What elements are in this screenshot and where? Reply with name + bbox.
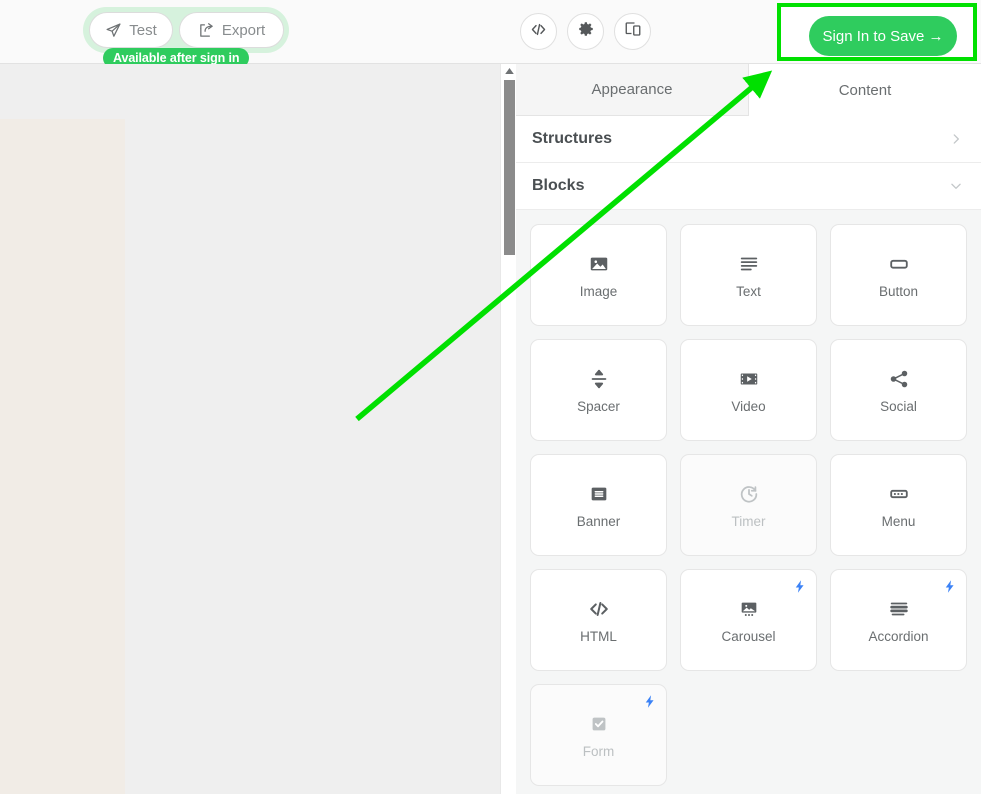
block-card-timer: Timer bbox=[680, 454, 817, 556]
section-blocks-label: Blocks bbox=[532, 177, 585, 194]
app-header: Test Export Available after sign in Sign… bbox=[0, 0, 981, 68]
blocks-grid: Image Text Button Spacer Video Social Banner Ti… bbox=[530, 224, 967, 786]
block-card-html[interactable]: HTML bbox=[530, 569, 667, 671]
block-card-text[interactable]: Text bbox=[680, 224, 817, 326]
settings-button[interactable] bbox=[567, 13, 604, 50]
chevron-right-icon bbox=[949, 132, 963, 146]
timer-icon bbox=[738, 482, 760, 506]
responsive-preview-button[interactable] bbox=[614, 13, 651, 50]
blocks-panel-body: Image Text Button Spacer Video Social Banner Ti… bbox=[516, 210, 981, 794]
block-card-button[interactable]: Button bbox=[830, 224, 967, 326]
block-label: Image bbox=[579, 283, 618, 299]
block-label: Accordion bbox=[868, 628, 929, 644]
lightning-bolt-icon bbox=[792, 577, 807, 596]
block-label: Social bbox=[880, 398, 917, 414]
social-share-icon bbox=[888, 367, 910, 391]
accordion-icon bbox=[888, 597, 910, 621]
block-label: Form bbox=[582, 743, 615, 759]
section-blocks[interactable]: Blocks bbox=[516, 163, 981, 210]
block-card-image[interactable]: Image bbox=[530, 224, 667, 326]
tab-appearance[interactable]: Appearance bbox=[516, 64, 749, 116]
scrollbar-thumb[interactable] bbox=[504, 80, 515, 255]
video-icon bbox=[738, 367, 760, 391]
section-structures-label: Structures bbox=[532, 130, 613, 147]
block-card-banner[interactable]: Banner bbox=[530, 454, 667, 556]
block-card-accordion[interactable]: Accordion bbox=[830, 569, 967, 671]
block-label: HTML bbox=[580, 628, 617, 644]
block-label: Button bbox=[878, 283, 919, 299]
block-card-social[interactable]: Social bbox=[830, 339, 967, 441]
test-button-label: Test bbox=[129, 21, 157, 39]
export-button-label: Export bbox=[221, 21, 266, 39]
lightning-bolt-icon bbox=[642, 692, 657, 711]
block-card-carousel[interactable]: Carousel bbox=[680, 569, 817, 671]
scroll-up-arrow-icon[interactable] bbox=[501, 64, 517, 78]
block-label: Carousel bbox=[721, 628, 776, 644]
code-icon bbox=[530, 21, 547, 43]
share-export-icon bbox=[198, 22, 215, 39]
block-card-form: Form bbox=[530, 684, 667, 786]
export-button[interactable]: Export bbox=[179, 12, 284, 48]
image-icon bbox=[588, 252, 610, 276]
block-label: Banner bbox=[576, 513, 621, 529]
section-structures[interactable]: Structures bbox=[516, 116, 981, 163]
panel-tabs: Appearance Content bbox=[516, 64, 981, 116]
spacer-icon bbox=[588, 367, 610, 391]
block-label: Text bbox=[736, 283, 761, 299]
form-checkbox-icon bbox=[588, 712, 610, 736]
tab-content[interactable]: Content bbox=[749, 64, 981, 116]
block-label: Menu bbox=[881, 513, 916, 529]
block-label: Video bbox=[731, 398, 766, 414]
editor-canvas[interactable]: c bbox=[0, 64, 500, 794]
lightning-bolt-icon bbox=[942, 577, 957, 596]
gear-icon bbox=[577, 20, 595, 43]
button-icon bbox=[888, 252, 910, 276]
email-canvas-page[interactable]: c bbox=[0, 119, 125, 794]
carousel-icon bbox=[738, 597, 760, 621]
block-card-menu[interactable]: Menu bbox=[830, 454, 967, 556]
test-button[interactable]: Test bbox=[89, 12, 173, 48]
text-lines-icon bbox=[738, 252, 760, 276]
send-plane-icon bbox=[105, 22, 122, 39]
sign-in-to-save-button[interactable]: Sign In to Save → bbox=[809, 16, 957, 56]
responsive-device-icon bbox=[624, 20, 642, 43]
editor-tools-group bbox=[520, 13, 651, 50]
chevron-down-icon bbox=[949, 179, 963, 193]
test-export-group-highlight: Test Export bbox=[83, 7, 289, 53]
right-sidebar-panel: Appearance Content Structures Blocks Ima… bbox=[516, 64, 981, 794]
banner-icon bbox=[588, 482, 610, 506]
block-card-spacer[interactable]: Spacer bbox=[530, 339, 667, 441]
menu-icon bbox=[888, 482, 910, 506]
sign-in-focus-ring: Sign In to Save → bbox=[777, 3, 977, 61]
block-label: Spacer bbox=[577, 398, 620, 414]
code-view-button[interactable] bbox=[520, 13, 557, 50]
html-code-icon bbox=[588, 597, 610, 621]
block-card-video[interactable]: Video bbox=[680, 339, 817, 441]
panel-scrollbar[interactable] bbox=[500, 64, 516, 794]
block-label: Timer bbox=[731, 513, 766, 529]
